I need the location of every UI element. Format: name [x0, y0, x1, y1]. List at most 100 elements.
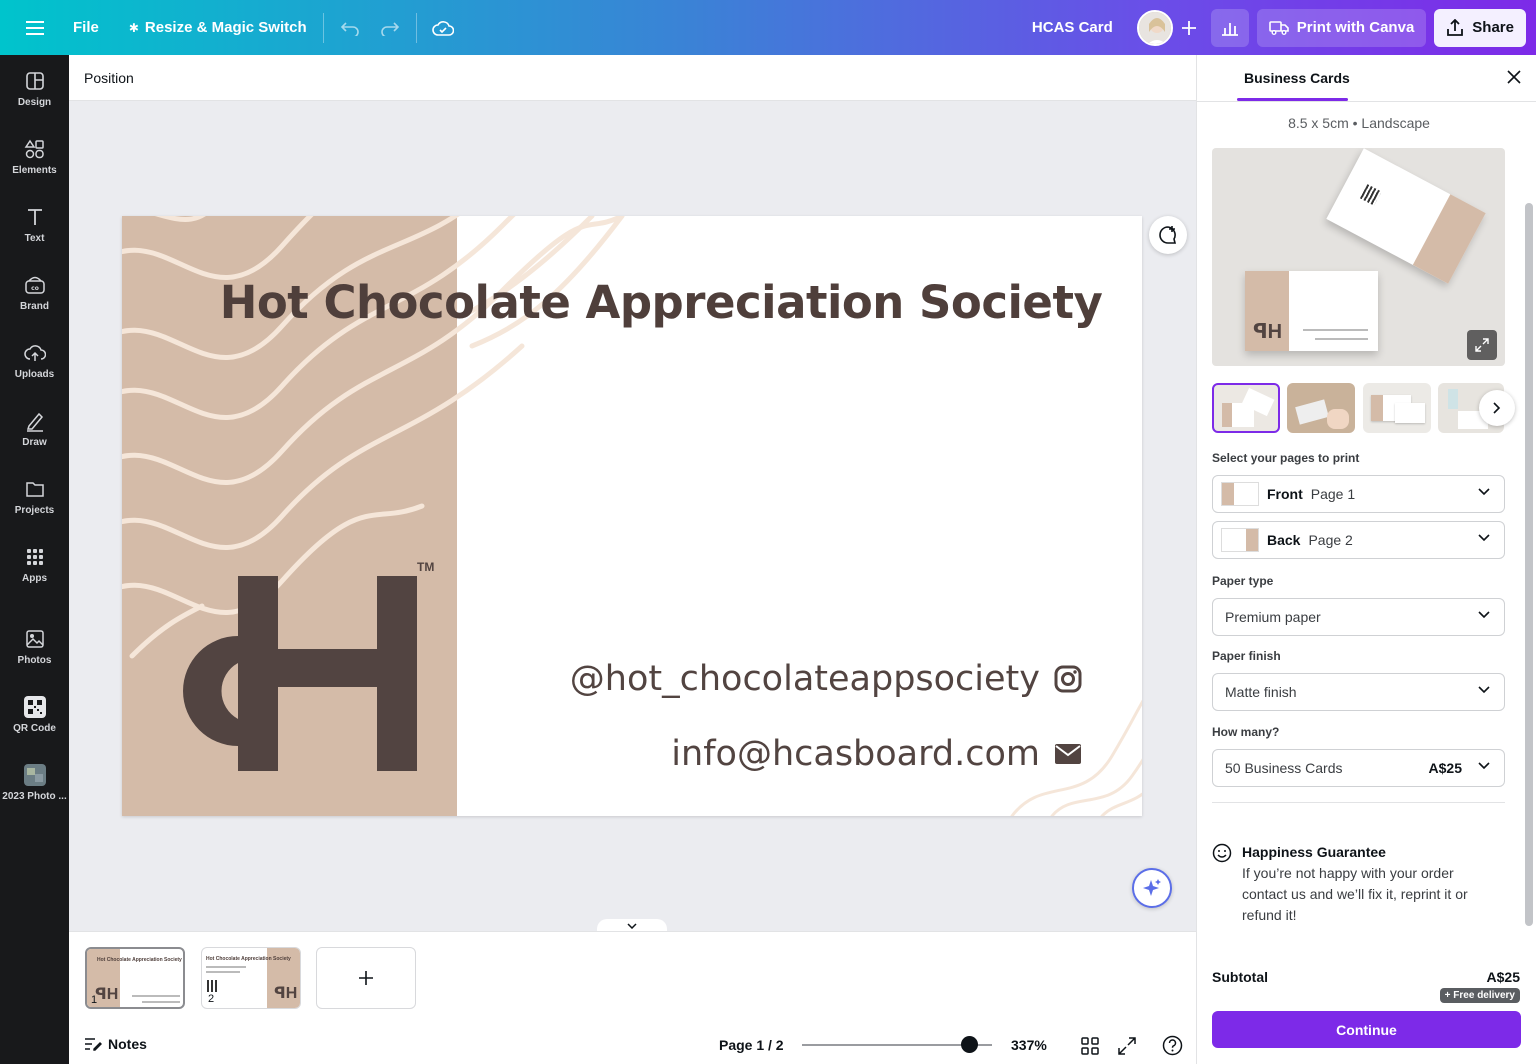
- magic-assistant-button[interactable]: [1132, 868, 1172, 908]
- comment-add-icon: [1159, 226, 1177, 244]
- elements-icon: [24, 139, 44, 159]
- panel-divider: [1197, 101, 1536, 102]
- envelope-icon: [1055, 744, 1081, 764]
- zoom-level[interactable]: 337%: [1011, 1037, 1047, 1053]
- rail-item-draw[interactable]: Draw: [0, 395, 69, 463]
- product-preview[interactable]: ꟼH: [1212, 148, 1505, 366]
- card-title[interactable]: Hot Chocolate Appreciation Society: [122, 276, 1142, 329]
- paper-finish-value: Matte finish: [1225, 684, 1297, 700]
- share-button[interactable]: Share: [1434, 8, 1526, 47]
- share-label: Share: [1472, 19, 1514, 36]
- cloud-saved-icon[interactable]: [423, 8, 463, 48]
- page-number: 2: [208, 993, 215, 1005]
- help-icon[interactable]: [1162, 1035, 1183, 1061]
- instagram-handle: @hot_chocolateappsociety: [569, 659, 1040, 699]
- trademark-mark: TM: [417, 560, 435, 574]
- chevron-down-icon: [1478, 611, 1490, 619]
- quantity-select[interactable]: 50 Business Cards A$25: [1212, 749, 1505, 787]
- quantity-price: A$25: [1428, 760, 1462, 776]
- rail-item-brand[interactable]: co Brand: [0, 259, 69, 327]
- brand-icon: co: [24, 276, 45, 294]
- happiness-guarantee: Happiness Guarantee If you’re not happy …: [1242, 842, 1492, 926]
- redo-icon[interactable]: [370, 8, 410, 48]
- rail-item-projects[interactable]: Projects: [0, 463, 69, 531]
- rail-item-apps[interactable]: Apps: [0, 531, 69, 599]
- design-icon: [25, 72, 44, 90]
- preview-thumb-1[interactable]: [1212, 383, 1280, 433]
- paper-type-select[interactable]: Premium paper: [1212, 598, 1505, 636]
- rail-item-photos[interactable]: Photos: [0, 613, 69, 681]
- paper-finish-select[interactable]: Matte finish: [1212, 673, 1505, 711]
- page-indicator[interactable]: Page 1 / 2: [719, 1037, 784, 1053]
- photos-icon: [25, 630, 44, 648]
- thumb-title: Hot Chocolate Appreciation Society: [206, 956, 291, 962]
- rail-item-label: Text: [24, 233, 45, 244]
- guarantee-text: If you’re not happy with your order cont…: [1242, 865, 1468, 923]
- instagram-line[interactable]: @hot_chocolateappsociety: [570, 659, 1082, 699]
- rail-item-label: Brand: [20, 301, 49, 312]
- next-thumbs-button[interactable]: [1479, 390, 1515, 426]
- rail-item-label: Uploads: [14, 369, 55, 380]
- side-rail: Design Elements Text co Brand Uploads Draw Proj…: [0, 55, 69, 1064]
- rail-item-label: 2023 Photo ...: [2, 791, 67, 802]
- document-title[interactable]: HCAS Card: [1022, 8, 1123, 48]
- preview-thumb-2[interactable]: [1287, 383, 1355, 433]
- rail-item-text[interactable]: Text: [0, 191, 69, 259]
- draw-icon: [26, 412, 43, 432]
- how-many-label: How many?: [1212, 725, 1280, 739]
- add-collaborator-icon[interactable]: [1173, 8, 1205, 48]
- avatar[interactable]: [1136, 9, 1173, 46]
- page-thumbnail-2[interactable]: Hot Chocolate Appreciation Society ꟼH 2: [201, 947, 301, 1009]
- file-menu[interactable]: File: [63, 8, 109, 48]
- page-thumbnail-1[interactable]: Hot Chocolate Appreciation Society ꟼH 1: [85, 947, 185, 1009]
- expand-preview-icon[interactable]: [1467, 330, 1497, 360]
- quantity-value: 50 Business Cards: [1225, 760, 1343, 776]
- business-card[interactable]: Hot Chocolate Appreciation Society TM @h…: [122, 216, 1142, 816]
- close-icon[interactable]: [1506, 69, 1522, 90]
- subtotal-label: Subtotal: [1212, 969, 1268, 985]
- instagram-icon: [1054, 665, 1082, 693]
- paper-type-label: Paper type: [1212, 574, 1274, 588]
- rail-item-label: Photos: [17, 655, 52, 666]
- rail-item-uploads[interactable]: Uploads: [0, 327, 69, 395]
- back-page-value: Page 2: [1308, 532, 1353, 548]
- add-page-button[interactable]: [316, 947, 416, 1009]
- resize-button[interactable]: ✱ Resize & Magic Switch: [119, 8, 317, 48]
- front-page-select[interactable]: Front Page 1: [1212, 475, 1505, 513]
- chevron-down-icon: [1478, 686, 1490, 694]
- preview-thumb-3[interactable]: [1363, 383, 1431, 433]
- comment-button[interactable]: [1149, 216, 1187, 254]
- fullscreen-icon[interactable]: [1118, 1037, 1136, 1060]
- panel-scrollbar[interactable]: [1525, 203, 1533, 926]
- select-pages-label: Select your pages to print: [1212, 451, 1360, 465]
- rail-item-qr-code[interactable]: QR Code: [0, 681, 69, 749]
- rail-item-label: Apps: [22, 573, 47, 584]
- photo-folder-icon: [23, 764, 46, 786]
- truck-icon: [1268, 21, 1289, 35]
- continue-button[interactable]: Continue: [1212, 1011, 1521, 1048]
- chevron-down-icon: [627, 923, 637, 929]
- back-page-select[interactable]: Back Page 2: [1212, 521, 1505, 559]
- grid-view-icon[interactable]: [1081, 1037, 1099, 1060]
- back-page-thumb: [1221, 528, 1259, 552]
- resize-label: Resize & Magic Switch: [144, 19, 307, 36]
- top-bar: File ✱ Resize & Magic Switch HCAS Card P…: [0, 0, 1536, 55]
- qr-code-icon: [23, 696, 46, 718]
- tab-business-cards[interactable]: Business Cards: [1244, 70, 1350, 86]
- projects-icon: [25, 482, 44, 497]
- email-line[interactable]: info@hcasboard.com: [671, 734, 1082, 774]
- page-number: 1: [91, 994, 98, 1006]
- zoom-slider-handle[interactable]: [961, 1036, 978, 1053]
- apps-icon: [26, 549, 43, 565]
- insights-button[interactable]: [1210, 8, 1249, 47]
- rail-item-elements[interactable]: Elements: [0, 123, 69, 191]
- rail-item-2023-photo[interactable]: 2023 Photo ...: [0, 749, 69, 817]
- undo-icon[interactable]: [330, 8, 370, 48]
- position-button[interactable]: Position: [84, 70, 134, 86]
- svg-text:co: co: [31, 285, 39, 292]
- print-with-canva-button[interactable]: Print with Canva: [1256, 8, 1427, 47]
- menu-icon[interactable]: [15, 8, 55, 48]
- rail-item-label: Elements: [12, 165, 57, 176]
- rail-item-design[interactable]: Design: [0, 55, 69, 123]
- notes-button[interactable]: Notes: [84, 1036, 147, 1052]
